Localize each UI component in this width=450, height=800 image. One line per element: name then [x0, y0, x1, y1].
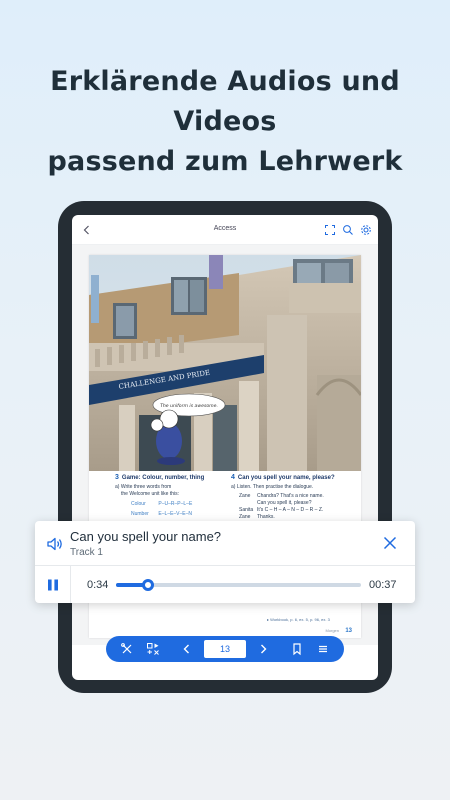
speech-bubble-text: The uniform is awesome.: [160, 403, 218, 409]
section-4-title: Can you spell your name, please?: [237, 475, 335, 481]
audio-track-label: Track 1: [70, 547, 103, 558]
settings-icon[interactable]: [360, 224, 372, 236]
dialogue-line-2: Can you spell it, please?: [257, 500, 312, 506]
page-footer-number: 13: [345, 628, 352, 634]
search-icon[interactable]: [342, 224, 354, 236]
menu-icon[interactable]: [316, 642, 330, 656]
player-separator: [70, 566, 71, 603]
section-3: 3 Game: Colour, number, thing a) Write th…: [115, 474, 225, 518]
row-colour-label: Colour: [131, 501, 146, 507]
chevron-right-icon[interactable]: [256, 642, 270, 656]
workbook-reference: ▸ Workbook, p. 6, ex. 5, p. 96, ex. 3: [267, 617, 330, 622]
media-icon[interactable]: [146, 642, 160, 656]
row-number-label: Number: [131, 511, 149, 517]
audio-title: Can you spell your name?: [70, 529, 222, 544]
section-4-instruction: a) Listen. Then practise the dialogue.: [231, 484, 314, 490]
headline-line-1: Erklärende Audios und Videos: [50, 66, 400, 137]
speaker-icon: [47, 537, 62, 551]
section-3-instruction-a: a) Write three words from: [115, 484, 172, 490]
section-4-number: 4: [231, 474, 235, 481]
dialogue-line-4: Thanks.: [257, 514, 275, 520]
section-3-number: 3: [115, 474, 119, 481]
dialogue-line-1: Chandra? That's a nice name.: [257, 493, 324, 499]
dialogue-speaker-1: Zane: [239, 493, 251, 499]
headline-line-2: passend zum Lehrwerk: [47, 146, 403, 177]
section-3-instruction-b: the Welcome unit like this:: [121, 491, 179, 497]
row-number-word: E–L–E–V–E–N: [158, 511, 193, 517]
pause-button[interactable]: [35, 566, 70, 603]
dialogue-line-3: It's C – H – A – N – D – R – Z.: [257, 507, 324, 513]
page-number-input[interactable]: 13: [204, 640, 246, 658]
bookmark-icon[interactable]: [290, 642, 304, 656]
tools-icon[interactable]: [120, 642, 134, 656]
progress-handle[interactable]: [141, 579, 154, 591]
current-time: 0:34: [87, 579, 109, 591]
pause-icon: [47, 579, 58, 590]
reader-topbar: Access: [72, 215, 378, 245]
progress-slider[interactable]: [116, 579, 361, 591]
fullscreen-icon[interactable]: [324, 224, 336, 236]
page-footer-label: Morgen: [325, 628, 339, 633]
chevron-left-icon[interactable]: [180, 642, 194, 656]
player-divider: [35, 565, 415, 566]
section-4: 4 Can you spell your name, please? a) Lis…: [231, 474, 356, 521]
row-colour-word: P–U–R–P–L–E: [158, 501, 193, 507]
close-icon[interactable]: [382, 535, 398, 551]
headline: Erklärende Audios und Videos passend zum…: [0, 62, 450, 182]
tablet-screen: Access CHALLENGE AND PRIDE The uniform i…: [72, 215, 378, 680]
section-3-title: Game: Colour, number, thing: [121, 475, 205, 481]
audio-player: Can you spell your name? Track 1 0:34 00…: [35, 521, 415, 603]
school-building-photo: CHALLENGE AND PRIDE The uniform is aweso…: [89, 255, 361, 471]
reader-toolbar: 13: [106, 636, 344, 662]
duration-time: 00:37: [369, 579, 397, 591]
dialogue-speaker-3: Sanita: [239, 507, 254, 513]
dialogue-speaker-4: Zane: [239, 514, 251, 520]
